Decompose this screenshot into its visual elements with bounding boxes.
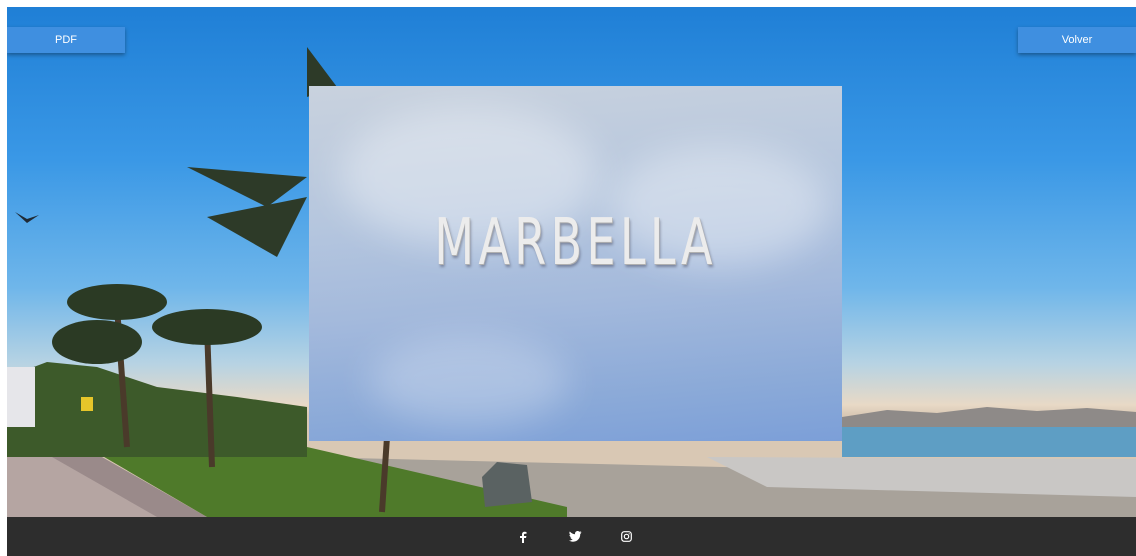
cloud-shape	[369, 336, 569, 426]
volver-button[interactable]: Volver	[1018, 27, 1136, 53]
facebook-icon[interactable]	[519, 531, 527, 547]
hero-title: MARBELLA	[434, 206, 717, 280]
hero-card: MARBELLA	[309, 86, 842, 441]
pdf-button[interactable]: PDF	[7, 27, 125, 53]
twitter-icon[interactable]	[569, 531, 582, 547]
instagram-icon[interactable]	[621, 531, 632, 547]
footer	[7, 517, 1136, 556]
page: PDF Volver MARBELLA	[7, 7, 1136, 556]
